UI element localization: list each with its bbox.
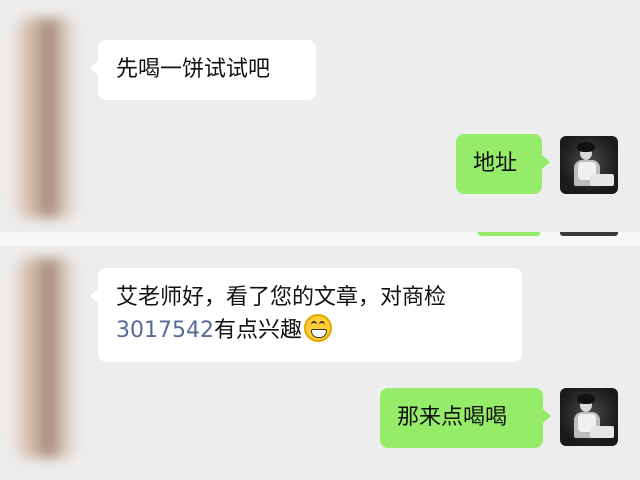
- grinning-face-icon: [304, 314, 332, 342]
- chat-screenshot-bottom: 艾老师好，看了您的文章，对商检 3017542有点兴趣 那来点喝喝: [0, 246, 640, 480]
- incoming-message-bubble[interactable]: 艾老师好，看了您的文章，对商检 3017542有点兴趣: [90, 268, 522, 362]
- message-text-line: 艾老师好，看了您的文章，对商检: [116, 285, 447, 310]
- outgoing-message-bubble[interactable]: 地址: [456, 134, 550, 194]
- message-text-line-2: 3017542有点兴趣: [116, 314, 504, 347]
- message-text: 地址: [473, 151, 518, 176]
- message-text: 先喝一饼试试吧: [116, 57, 271, 82]
- screenshot-divider: [0, 232, 640, 246]
- detected-number-link[interactable]: 3017542: [116, 318, 214, 343]
- chat-screenshot-top: 先喝一饼试试吧 地址: [0, 0, 640, 232]
- incoming-message-bubble[interactable]: 先喝一饼试试吧: [90, 40, 316, 100]
- my-avatar[interactable]: [560, 388, 618, 446]
- contact-avatar-blurred[interactable]: [14, 258, 78, 458]
- outgoing-message-bubble[interactable]: 那来点喝喝: [380, 388, 551, 448]
- contact-avatar-blurred[interactable]: [14, 18, 78, 218]
- my-avatar[interactable]: [560, 136, 618, 194]
- message-text: 有点兴趣: [213, 318, 302, 343]
- cropped-avatar-edge: [560, 232, 618, 236]
- cropped-bubble-edge: [478, 232, 540, 236]
- message-text: 那来点喝喝: [397, 405, 508, 430]
